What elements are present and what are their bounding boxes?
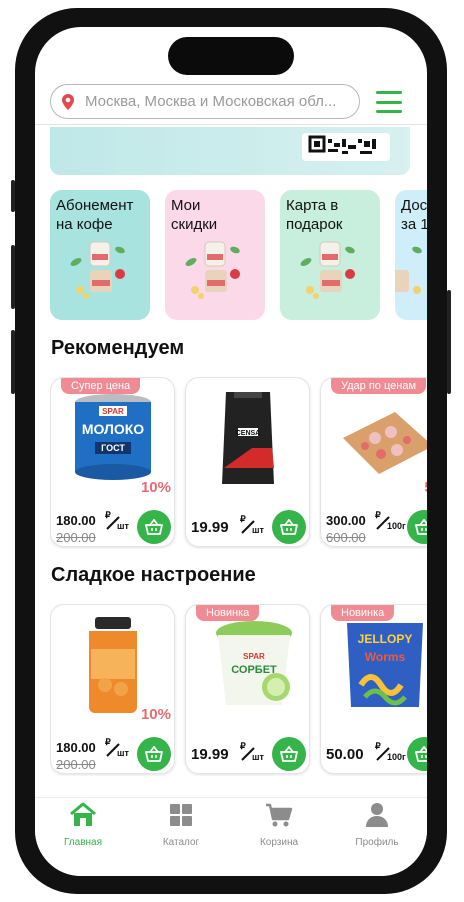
sorbet-cup-image: SPAR СОРБЕТ [216,621,292,705]
header-divider [35,124,427,125]
story-title: Мои скидки [171,197,218,233]
promo-banner[interactable] [50,127,410,175]
product-card[interactable]: Новинка JELLOPY Worms 50.00 ₽ 100г [320,604,427,774]
svg-text:SPAR: SPAR [102,407,124,416]
phone-side-button [11,180,15,212]
price: 50.00 [326,746,364,763]
product-card[interactable]: Удар по ценам 50 300.00 600.00 ₽ 100г [320,377,427,547]
product-card[interactable]: 10% 180.00 200.00 ₽ шт [50,604,175,774]
hamburger-icon[interactable] [376,91,402,113]
tab-label: Корзина [259,837,299,848]
story-card[interactable]: Мои скидки [165,190,265,320]
price: 300.00 [326,513,366,528]
tab-catalog[interactable]: Каталог [141,802,221,852]
svg-text:CENSA: CENSA [236,430,261,437]
pizza-image [343,412,427,474]
discount-label: 10% [140,706,171,723]
tab-label: Профиль [355,837,399,848]
product-row-sweet-mood[interactable]: 10% 180.00 200.00 ₽ шт Новинка SPAR СОРБ… [50,604,427,776]
person-icon [366,803,388,827]
condensed-milk-can-image: SPAR МОЛОКО ГОСТ [75,394,151,480]
product-collage-image [185,241,240,299]
unit-label: 100г [387,752,406,762]
stories-carousel[interactable]: Абонемент на кофе Мои скидки Карта в под… [50,190,427,320]
price: 180.00 [56,513,96,528]
basket-icon [280,746,298,762]
unit-label: шт [117,748,129,758]
phone-side-button [11,330,15,394]
jelly-candy-bag-image: JELLOPY Worms [347,623,423,707]
phone-side-button [11,245,15,309]
grid-icon [170,804,192,826]
price: 19.99 [191,746,229,763]
svg-text:ГОСТ: ГОСТ [101,443,125,453]
section-title-recommended: Рекомендуем [51,337,185,359]
product-collage-image [70,241,125,299]
old-price: 600.00 [326,530,366,545]
basket-icon [145,746,163,762]
unit-label: 100г [387,521,406,531]
svg-text:JELLOPY: JELLOPY [358,632,413,646]
add-to-cart-button[interactable] [137,737,171,771]
tab-label: Главная [63,837,103,848]
home-icon [70,802,96,826]
unit-label: шт [252,525,264,535]
price: 180.00 [56,740,96,755]
tab-home[interactable]: Главная [43,802,123,852]
app-screen: Москва, Москва и Московская обл... Абоне… [35,27,427,876]
svg-text:СОРБЕТ: СОРБЕТ [231,664,277,676]
story-card[interactable]: Абонемент на кофе [50,190,150,320]
tab-cart[interactable]: Корзина [239,802,319,852]
price-unit: ₽ шт [238,514,264,536]
old-price: 200.00 [56,530,96,545]
story-title: Карта в подарок [286,197,343,233]
map-pin-icon [62,93,76,111]
product-row-recommended[interactable]: Супер цена SPAR МОЛОКО ГОСТ 10% 180.00 2… [50,377,427,549]
add-to-cart-button[interactable] [407,737,427,771]
add-to-cart-button[interactable] [137,510,171,544]
search-placeholder: Москва, Москва и Московская обл... [85,93,337,110]
svg-text:SPAR: SPAR [243,652,265,661]
cart-icon [266,803,293,827]
basket-icon [415,519,427,535]
price: 19.99 [191,519,229,536]
bottom-tab-bar: Главная Каталог Корзина Профиль [35,797,427,876]
product-collage-image [300,241,355,299]
price-unit: ₽ 100г [373,741,406,763]
story-card[interactable]: Карта в подарок [280,190,380,320]
basket-icon [280,519,298,535]
old-price: 200.00 [56,757,96,772]
location-search-input[interactable]: Москва, Москва и Московская обл... [50,84,360,119]
story-card[interactable]: Дос за 1 [395,190,427,320]
svg-text:МОЛОКО: МОЛОКО [82,421,144,437]
add-to-cart-button[interactable] [272,510,306,544]
tab-label: Каталог [162,837,200,848]
product-collage-image [395,246,422,294]
tab-profile[interactable]: Профиль [337,802,417,852]
dynamic-island [168,37,294,75]
section-title-sweet-mood: Сладкое настроение [51,564,256,586]
unit-label: шт [117,521,129,531]
discount-label: 50 [424,479,427,496]
phone-side-button [447,290,451,394]
price-unit: ₽ шт [238,741,264,763]
story-title: Абонемент на кофе [56,197,134,233]
unit-label: шт [252,752,264,762]
svg-text:Worms: Worms [365,650,406,664]
story-title: Дос за 1 [401,197,427,233]
product-card[interactable]: CENSA 19.99 ₽ шт [185,377,310,547]
qr-code-image [302,133,390,161]
basket-icon [415,746,427,762]
product-card[interactable]: Новинка SPAR СОРБЕТ 19.99 ₽ шт [185,604,310,774]
coffee-bag-image: CENSA [222,392,274,484]
add-to-cart-button[interactable] [407,510,427,544]
apricot-jam-jar-image [89,617,137,713]
add-to-cart-button[interactable] [272,737,306,771]
price-unit: ₽ шт [103,510,129,532]
discount-label: 10% [140,479,171,496]
price-unit: ₽ шт [103,737,129,759]
basket-icon [145,519,163,535]
price-unit: ₽ 100г [373,510,406,532]
product-card[interactable]: Супер цена SPAR МОЛОКО ГОСТ 10% 180.00 2… [50,377,175,547]
